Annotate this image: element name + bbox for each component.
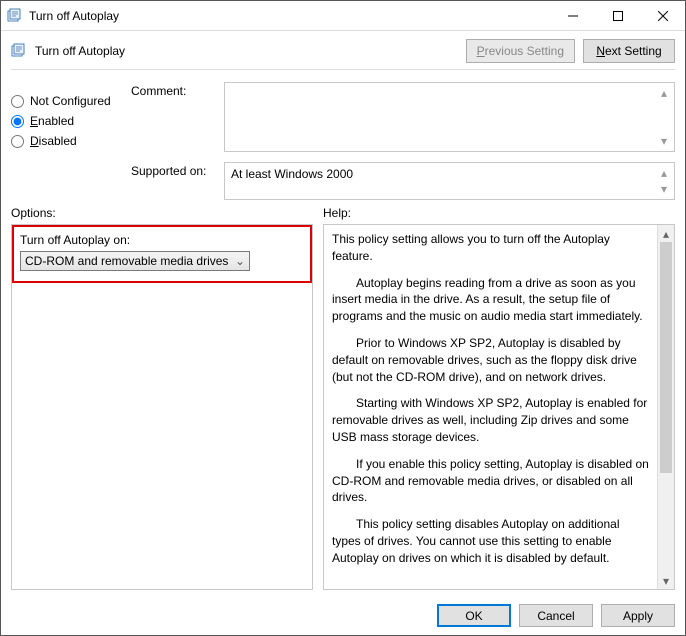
columns-header: Options: Help: <box>1 204 685 224</box>
apply-button[interactable]: Apply <box>601 604 675 627</box>
footer-buttons: OK Cancel Apply <box>1 596 685 635</box>
help-p4: Starting with Windows XP SP2, Autoplay i… <box>332 395 649 445</box>
radio-not-configured-input[interactable] <box>11 95 24 108</box>
chevron-down-icon: ⌄ <box>235 254 245 268</box>
comment-label: Comment: <box>131 82 216 98</box>
titlebar: Turn off Autoplay <box>1 1 685 31</box>
radio-disabled-input[interactable] <box>11 135 24 148</box>
options-header: Options: <box>11 206 323 220</box>
autoplay-target-dropdown[interactable]: CD-ROM and removable media drives ⌄ <box>20 251 250 271</box>
minimize-button[interactable] <box>550 1 595 30</box>
radio-label: Not Configured <box>30 94 111 108</box>
radio-disabled[interactable]: Disabled <box>11 134 121 148</box>
policy-icon <box>11 43 27 59</box>
radio-not-configured[interactable]: Not Configured <box>11 94 121 108</box>
scroll-down-icon[interactable]: ▾ <box>656 181 672 197</box>
help-p3: Prior to Windows XP SP2, Autoplay is dis… <box>332 335 649 385</box>
close-button[interactable] <box>640 1 685 30</box>
help-text: This policy setting allows you to turn o… <box>324 225 657 589</box>
previous-setting-button: Previous Setting <box>466 39 575 63</box>
lower-section: Turn off Autoplay on: CD-ROM and removab… <box>1 224 685 596</box>
help-panel: This policy setting allows you to turn o… <box>323 224 675 590</box>
help-scrollbar[interactable]: ▴ ▾ <box>657 225 674 589</box>
scroll-up-icon[interactable]: ▴ <box>656 165 672 181</box>
supported-label: Supported on: <box>131 162 216 178</box>
cancel-button[interactable]: Cancel <box>519 604 593 627</box>
help-p1: This policy setting allows you to turn o… <box>332 231 649 265</box>
separator <box>11 69 675 70</box>
scroll-down-icon[interactable]: ▾ <box>656 133 672 149</box>
scroll-up-icon[interactable]: ▴ <box>656 85 672 101</box>
app-icon <box>7 8 23 24</box>
maximize-button[interactable] <box>595 1 640 30</box>
state-radios: Not Configured Enabled Disabled <box>11 82 121 200</box>
gpedit-policy-window: Turn off Autoplay Turn off Autoplay Prev… <box>0 0 686 636</box>
scroll-track[interactable] <box>658 242 674 572</box>
radio-label: Enabled <box>30 114 74 128</box>
help-p2: Autoplay begins reading from a drive as … <box>332 275 649 325</box>
options-panel: Turn off Autoplay on: CD-ROM and removab… <box>11 224 313 590</box>
ok-button[interactable]: OK <box>437 604 511 627</box>
policy-title: Turn off Autoplay <box>35 44 458 58</box>
window-title: Turn off Autoplay <box>29 9 550 23</box>
next-setting-button[interactable]: Next Setting <box>583 39 675 63</box>
radio-label: Disabled <box>30 134 77 148</box>
options-highlighted-area: Turn off Autoplay on: CD-ROM and removab… <box>12 225 312 283</box>
header-row: Turn off Autoplay Previous Setting Next … <box>1 31 685 67</box>
radio-enabled[interactable]: Enabled <box>11 114 121 128</box>
scroll-up-icon[interactable]: ▴ <box>658 225 674 242</box>
option-field-label: Turn off Autoplay on: <box>20 233 304 247</box>
fields: Comment: ▴ ▾ Supported on: At least Wind… <box>131 82 675 200</box>
supported-on-text: At least Windows 2000 <box>231 167 353 181</box>
comment-textarea[interactable]: ▴ ▾ <box>224 82 675 152</box>
help-header: Help: <box>323 206 351 220</box>
upper-section: Not Configured Enabled Disabled Comment:… <box>1 76 685 204</box>
dropdown-selected-value: CD-ROM and removable media drives <box>25 254 228 268</box>
radio-enabled-input[interactable] <box>11 115 24 128</box>
scroll-thumb[interactable] <box>660 242 672 473</box>
help-p5: If you enable this policy setting, Autop… <box>332 456 649 506</box>
supported-on-box: At least Windows 2000 ▴ ▾ <box>224 162 675 200</box>
help-p6: This policy setting disables Autoplay on… <box>332 516 649 566</box>
scroll-down-icon[interactable]: ▾ <box>658 572 674 589</box>
